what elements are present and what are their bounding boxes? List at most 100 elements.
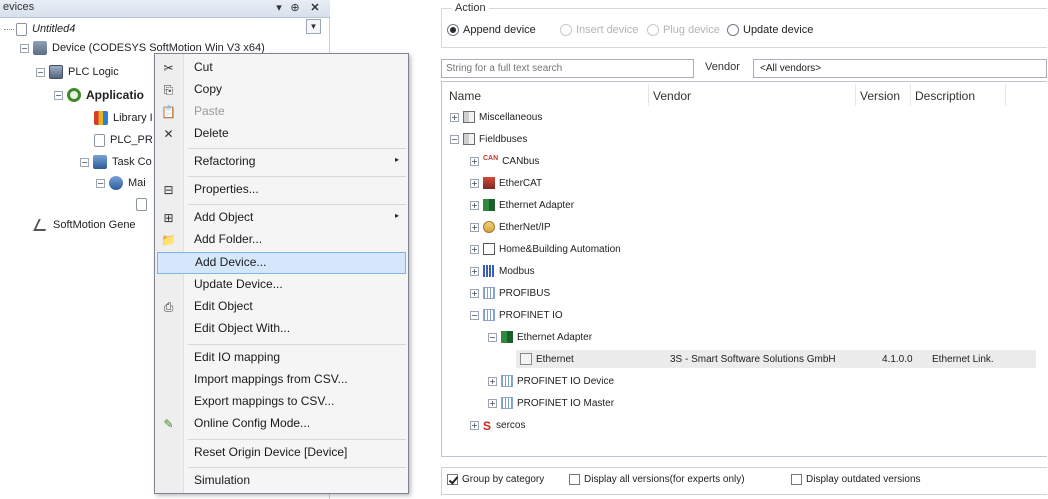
radio-button[interactable] — [560, 24, 572, 36]
tree-item-library-manager[interactable]: Library I — [94, 109, 153, 127]
devices-panel-title: evices — [3, 1, 35, 13]
column-header-name[interactable]: Name — [449, 89, 481, 103]
collapse-icon[interactable]: − — [80, 157, 89, 167]
pin-icon[interactable]: ⊕ — [288, 0, 302, 16]
tree-item-profinet-io-device[interactable]: + PROFINET IO Device — [488, 372, 614, 390]
checkbox-display-all-versions[interactable]: Display all versions(for experts only) — [569, 474, 745, 485]
menu-item-edit-object-with[interactable]: Edit Object With... — [157, 318, 406, 340]
properties-icon: ⊟ — [163, 183, 174, 197]
radio-insert-device[interactable]: Insert device — [560, 24, 638, 36]
menu-item-paste[interactable]: 📋 Paste — [157, 101, 406, 123]
tree-item-canbus[interactable]: + CAN CANbus — [470, 152, 539, 170]
expand-icon[interactable]: + — [470, 200, 479, 210]
expand-icon[interactable]: + — [488, 376, 497, 386]
panel-menu-icon[interactable]: ▾ — [272, 0, 286, 16]
collapse-icon[interactable]: − — [54, 90, 63, 100]
tree-item-task-configuration[interactable]: − Task Co — [80, 153, 152, 171]
tree-item-main-task[interactable]: − Mai — [96, 174, 146, 192]
collapse-icon[interactable]: − — [20, 43, 29, 53]
collapse-icon[interactable]: − — [488, 332, 497, 342]
tree-item-task-call[interactable] — [136, 195, 152, 213]
expand-icon[interactable]: + — [470, 288, 479, 298]
menu-item-add-folder[interactable]: 📁 Add Folder... — [157, 229, 406, 251]
column-divider — [648, 84, 649, 106]
column-header-vendor[interactable]: Vendor — [653, 89, 691, 103]
task-config-icon — [93, 155, 107, 169]
expand-icon[interactable]: + — [470, 222, 479, 232]
expand-icon[interactable]: + — [470, 244, 479, 254]
vendor-select[interactable]: <All vendors> — [753, 59, 1047, 78]
menu-item-edit-object[interactable]: ⎙ Edit Object — [157, 296, 406, 318]
expand-icon[interactable]: + — [470, 420, 479, 430]
tree-item-ethernet-ip[interactable]: + EtherNet/IP — [470, 218, 551, 236]
menu-item-properties[interactable]: ⊟ Properties... — [157, 179, 406, 201]
radio-button[interactable] — [647, 24, 659, 36]
tree-item-project[interactable]: Untitled4 — [4, 20, 75, 38]
profibus-icon — [483, 287, 495, 299]
menu-item-copy[interactable]: ⎘ Copy — [157, 79, 406, 101]
tree-item-plc-logic[interactable]: − PLC Logic — [36, 63, 119, 81]
radio-append-device[interactable]: Append device — [447, 24, 536, 36]
tree-item-profinet-ethernet-adapter[interactable]: − Ethernet Adapter — [488, 328, 592, 346]
menu-item-import-mappings[interactable]: Import mappings from CSV... — [157, 369, 406, 391]
menu-item-export-mappings[interactable]: Export mappings to CSV... — [157, 391, 406, 413]
checkbox[interactable] — [791, 474, 802, 485]
tree-item-application[interactable]: − Applicatio — [54, 86, 144, 104]
tree-item-ethernet-adapter[interactable]: + Ethernet Adapter — [470, 196, 574, 214]
checkbox[interactable] — [569, 474, 580, 485]
radio-plug-device[interactable]: Plug device — [647, 24, 720, 36]
expand-icon[interactable]: + — [470, 156, 479, 166]
collapse-icon[interactable]: − — [450, 134, 459, 144]
column-divider — [855, 84, 856, 106]
expand-icon[interactable]: + — [470, 178, 479, 188]
radio-update-device[interactable]: Update device — [727, 24, 813, 36]
menu-separator — [188, 467, 406, 468]
menu-item-refactoring[interactable]: Refactoring ▸ — [157, 151, 406, 173]
tree-item-sercos[interactable]: + S sercos — [470, 416, 525, 434]
close-icon[interactable]: ✕ — [308, 0, 322, 16]
tree-item-ethercat[interactable]: + EtherCAT — [470, 174, 542, 192]
expand-icon[interactable]: + — [470, 266, 479, 276]
tree-item-fieldbuses[interactable]: − Fieldbuses — [450, 130, 527, 148]
menu-item-add-object[interactable]: ⊞ Add Object ▸ — [157, 207, 406, 229]
tree-item-label: Applicatio — [86, 88, 145, 102]
program-call-icon — [136, 197, 147, 211]
menu-item-online-config-mode[interactable]: ✎ Online Config Mode... — [157, 413, 406, 435]
tree-item-profibus[interactable]: + PROFIBUS — [470, 284, 550, 302]
menu-item-cut[interactable]: ✂ Cut — [157, 57, 406, 79]
tree-item-profinet-io-master[interactable]: + PROFINET IO Master — [488, 394, 614, 412]
vendor-cell: 3S - Smart Software Solutions GmbH — [670, 353, 836, 365]
tree-item-miscellaneous[interactable]: + Miscellaneous — [450, 108, 542, 126]
tree-item-modbus[interactable]: + Modbus — [470, 262, 535, 280]
full-text-search-input[interactable] — [441, 59, 694, 78]
tree-item-softmotion-general[interactable]: SoftMotion Gene — [33, 216, 136, 234]
radio-button[interactable] — [447, 24, 459, 36]
checkbox-group-by-category[interactable]: Group by category — [447, 474, 544, 485]
expand-icon[interactable]: + — [488, 398, 497, 408]
tree-item-ethernet[interactable]: Ethernet 3S - Smart Software Solutions G… — [516, 350, 1036, 368]
radio-button[interactable] — [727, 24, 739, 36]
tree-item-plc-prg[interactable]: PLC_PR — [94, 131, 153, 149]
menu-separator — [188, 176, 406, 177]
tree-item-home-building-automation[interactable]: + Home&Building Automation — [470, 240, 621, 258]
expand-icon[interactable]: + — [450, 112, 459, 122]
menu-item-delete[interactable]: ✕ Delete — [157, 123, 406, 145]
tree-item-profinet-io[interactable]: − PROFINET IO — [470, 306, 563, 324]
column-header-description[interactable]: Description — [915, 89, 975, 103]
checkbox-display-outdated-versions[interactable]: Display outdated versions — [791, 474, 921, 485]
menu-item-update-device[interactable]: Update Device... — [157, 274, 406, 296]
menu-item-add-device[interactable]: Add Device... — [157, 252, 406, 274]
checkbox[interactable] — [447, 474, 458, 485]
menu-item-simulation[interactable]: Simulation — [157, 470, 406, 492]
collapse-icon[interactable]: − — [96, 178, 105, 188]
online-config-icon: ✎ — [163, 417, 174, 431]
scroll-down-button[interactable]: ▼ — [306, 19, 321, 34]
can-icon: CAN — [483, 155, 499, 162]
column-header-version[interactable]: Version — [860, 89, 900, 103]
folder-icon — [463, 133, 475, 145]
collapse-icon[interactable]: − — [36, 67, 45, 77]
menu-item-edit-io-mapping[interactable]: Edit IO mapping — [157, 347, 406, 369]
tree-item-label: Task Co — [112, 156, 152, 168]
collapse-icon[interactable]: − — [470, 310, 479, 320]
menu-item-reset-origin-device[interactable]: Reset Origin Device [Device] — [157, 442, 406, 464]
